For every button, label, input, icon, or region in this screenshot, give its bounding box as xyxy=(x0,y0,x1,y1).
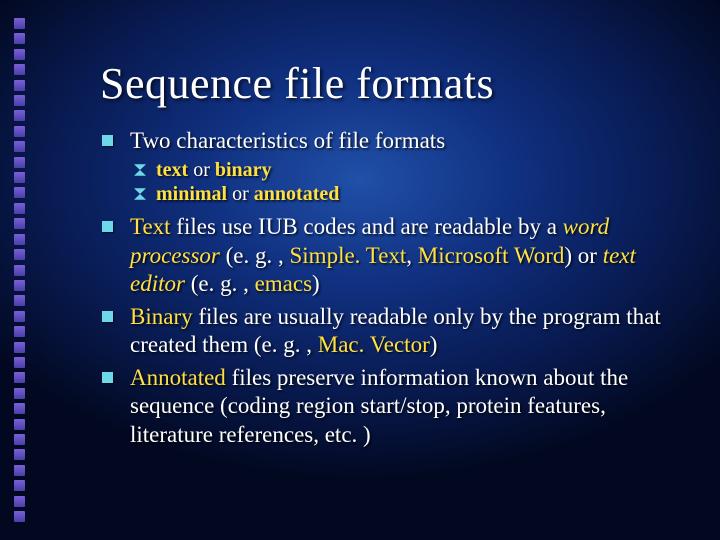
deco-square xyxy=(14,480,25,491)
deco-square xyxy=(14,496,25,507)
deco-square xyxy=(14,372,25,383)
deco-square xyxy=(14,187,25,198)
b3-t2: ) xyxy=(430,332,438,357)
sub2-term-a: minimal xyxy=(156,183,227,205)
bullet-item-2: Text files use IUB codes and are readabl… xyxy=(100,213,680,299)
deco-square xyxy=(14,49,25,60)
bullet-list-level2: text or binary minimal or annotated xyxy=(130,158,680,208)
slide-title: Sequence file formats xyxy=(100,58,680,109)
deco-square xyxy=(14,265,25,276)
deco-square xyxy=(14,141,25,152)
deco-square xyxy=(14,157,25,168)
deco-square xyxy=(14,234,25,245)
deco-square xyxy=(14,311,25,322)
b2-t2: (e. g. , xyxy=(220,243,290,268)
deco-square xyxy=(14,357,25,368)
b3-term: Binary xyxy=(130,304,193,329)
b3-macvector: Mac. Vector xyxy=(318,332,430,357)
bullet-item-1: Two characteristics of file formats text… xyxy=(100,127,680,207)
deco-square xyxy=(14,203,25,214)
deco-square xyxy=(14,449,25,460)
b2-t5: (e. g. , xyxy=(185,271,255,296)
sub2-term-b: annotated xyxy=(254,183,340,205)
deco-square xyxy=(14,218,25,229)
b2-simpletext: Simple. Text xyxy=(290,243,407,268)
deco-square xyxy=(14,95,25,106)
b2-msword: Microsoft Word xyxy=(418,243,565,268)
deco-square xyxy=(14,280,25,291)
deco-square xyxy=(14,80,25,91)
b4-term: Annotated xyxy=(130,365,226,390)
sub-bullet-1: text or binary xyxy=(130,158,680,183)
deco-square xyxy=(14,295,25,306)
bullet-list-level1: Two characteristics of file formats text… xyxy=(100,127,680,449)
deco-square xyxy=(14,326,25,337)
bullet-item-3: Binary files are usually readable only b… xyxy=(100,303,680,360)
bullet-item-4: Annotated files preserve information kno… xyxy=(100,364,680,450)
sub1-mid: or xyxy=(188,159,215,181)
deco-square xyxy=(14,172,25,183)
bullet1-text: Two characteristics of file formats xyxy=(130,128,445,153)
slide-content: Sequence file formats Two characteristic… xyxy=(100,58,680,453)
sub2-mid: or xyxy=(227,183,254,205)
b2-t1: files use IUB codes and are readable by … xyxy=(171,214,563,239)
deco-square xyxy=(14,33,25,44)
b2-t4: ) or xyxy=(564,243,602,268)
deco-square xyxy=(14,342,25,353)
deco-square xyxy=(14,403,25,414)
b2-t3: , xyxy=(406,243,418,268)
b2-emacs: emacs xyxy=(255,271,312,296)
deco-square xyxy=(14,465,25,476)
decorative-squares-column xyxy=(14,18,26,522)
deco-square xyxy=(14,511,25,522)
deco-square xyxy=(14,249,25,260)
b2-term: Text xyxy=(130,214,171,239)
sub-bullet-2: minimal or annotated xyxy=(130,182,680,207)
deco-square xyxy=(14,419,25,430)
deco-square xyxy=(14,110,25,121)
deco-square xyxy=(14,434,25,445)
deco-square xyxy=(14,388,25,399)
deco-square xyxy=(14,126,25,137)
sub1-term-b: binary xyxy=(215,159,272,181)
deco-square xyxy=(14,64,25,75)
b2-t6: ) xyxy=(312,271,320,296)
sub1-term-a: text xyxy=(156,159,188,181)
deco-square xyxy=(14,18,25,29)
